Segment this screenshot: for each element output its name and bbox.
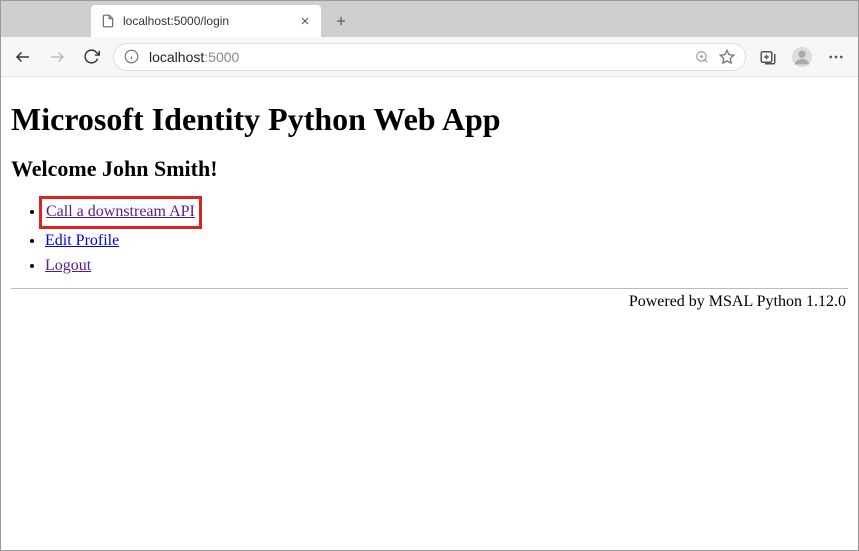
page-content: Microsoft Identity Python Web App Welcom…: [1, 77, 858, 550]
address-text: localhost:5000: [149, 49, 239, 65]
link-list: Call a downstream API Edit Profile Logou…: [11, 196, 848, 278]
tab-strip: localhost:5000/login: [1, 1, 858, 37]
back-button[interactable]: [11, 45, 35, 69]
profile-icon[interactable]: [790, 45, 814, 69]
logout-link[interactable]: Logout: [45, 257, 91, 274]
welcome-heading: Welcome John Smith!: [11, 156, 848, 182]
new-tab-button[interactable]: [327, 7, 355, 35]
list-item: Edit Profile: [45, 229, 848, 254]
browser-tab[interactable]: localhost:5000/login: [91, 5, 321, 37]
list-item: Call a downstream API: [45, 196, 848, 229]
page-icon: [101, 14, 115, 28]
call-api-link[interactable]: Call a downstream API: [46, 203, 195, 220]
site-info-icon[interactable]: [124, 49, 139, 64]
close-tab-icon[interactable]: [299, 15, 311, 27]
list-item: Logout: [45, 254, 848, 279]
page-title: Microsoft Identity Python Web App: [11, 101, 848, 138]
edit-profile-link[interactable]: Edit Profile: [45, 232, 119, 249]
tab-title: localhost:5000/login: [123, 14, 291, 28]
forward-button[interactable]: [45, 45, 69, 69]
footer-text: Powered by MSAL Python 1.12.0: [11, 293, 848, 311]
browser-toolbar: localhost:5000: [1, 37, 858, 77]
divider: [11, 288, 848, 289]
refresh-button[interactable]: [79, 45, 103, 69]
zoom-icon[interactable]: [695, 50, 709, 64]
address-port: :5000: [204, 49, 239, 65]
menu-icon[interactable]: [824, 45, 848, 69]
highlight-annotation: Call a downstream API: [39, 196, 202, 229]
collections-icon[interactable]: [756, 45, 780, 69]
address-host: localhost: [149, 49, 204, 65]
address-bar[interactable]: localhost:5000: [113, 43, 746, 71]
favorites-icon[interactable]: [719, 49, 735, 65]
